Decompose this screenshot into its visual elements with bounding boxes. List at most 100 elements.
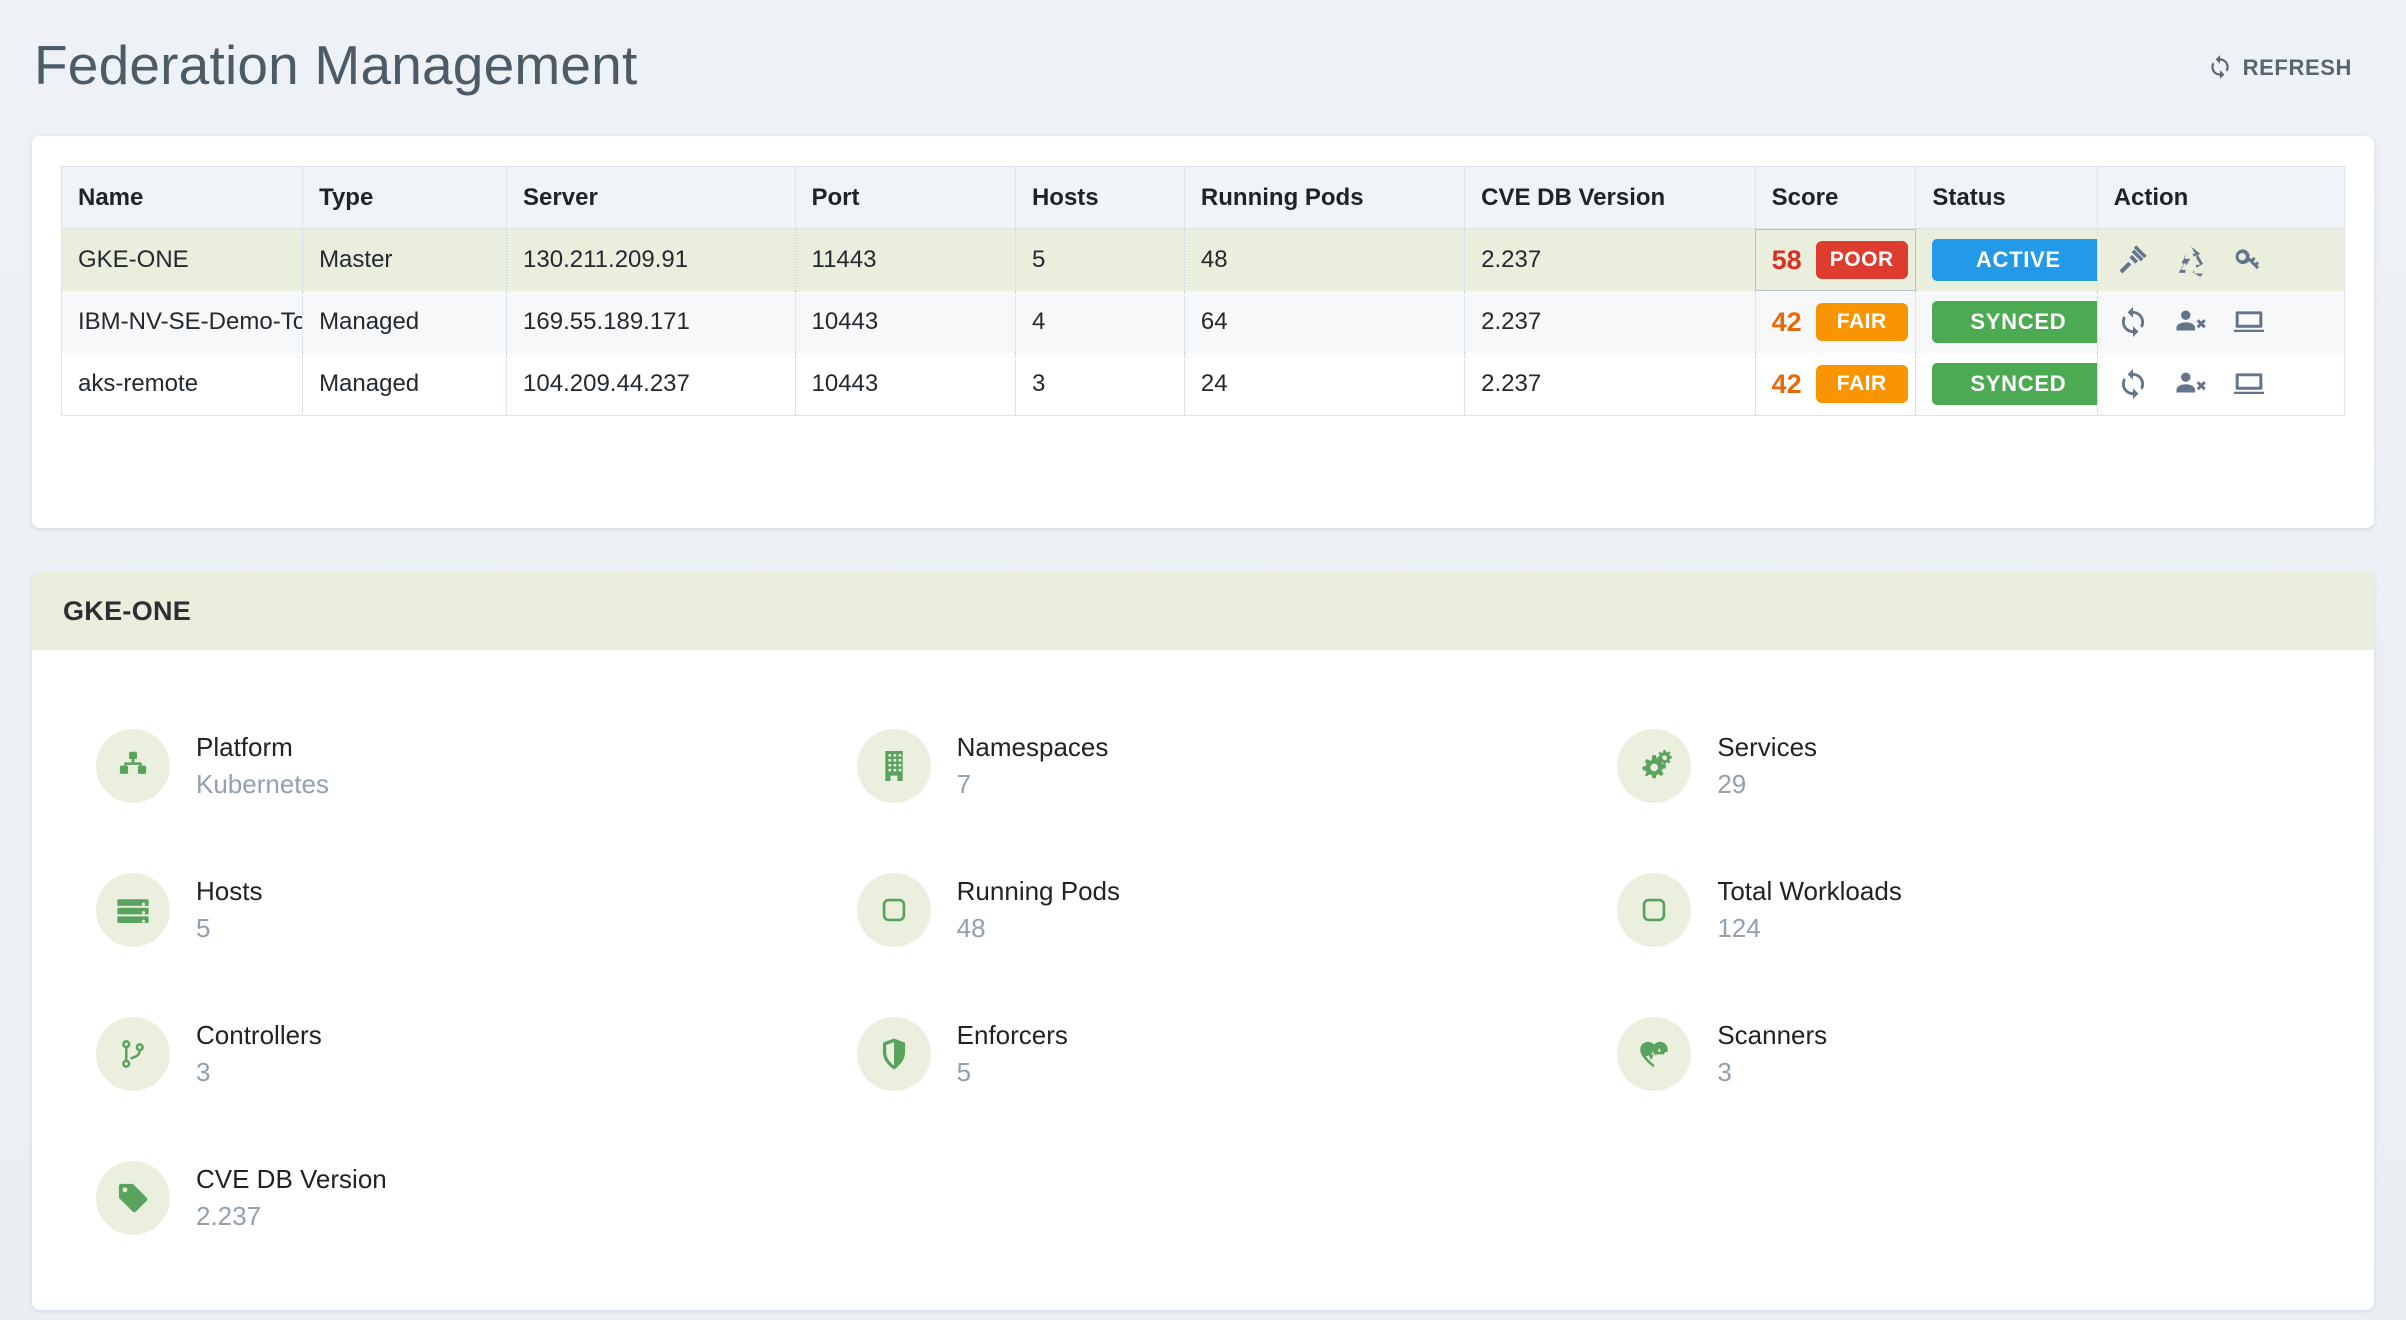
gavel-icon[interactable] [2116, 243, 2150, 277]
cluster-cve-db-version-cell: 2.237 [1464, 353, 1756, 416]
detail-item: Running Pods 48 [823, 838, 1584, 982]
column-header-score[interactable]: Score [1755, 166, 1917, 229]
gears-icon [1617, 729, 1692, 803]
recycle-icon[interactable] [2174, 243, 2208, 277]
cluster-running-pods-cell: 48 [1184, 228, 1466, 291]
score-value: 42 [1771, 306, 1802, 337]
detail-title: GKE-ONE [63, 595, 192, 626]
detail-item-label: Scanners [1717, 1020, 1828, 1051]
detail-item: Enforcers 5 [823, 982, 1584, 1126]
page-title: Federation Management [34, 33, 638, 96]
column-header-action[interactable]: Action [2097, 166, 2345, 229]
cluster-port-cell: 10443 [795, 291, 1016, 353]
column-header-cve-db-version[interactable]: CVE DB Version [1464, 166, 1756, 229]
score-badge: FAIR [1815, 365, 1908, 403]
building-icon [856, 729, 931, 803]
cluster-score-cell: 42 FAIR [1755, 353, 1917, 416]
detail-item-value: 2.237 [196, 1201, 262, 1231]
status-badge[interactable]: SYNCED [1932, 301, 2097, 343]
shield-icon [856, 1017, 931, 1091]
code-branch-icon [96, 1017, 170, 1091]
column-header-hosts[interactable]: Hosts [1015, 166, 1185, 229]
key-icon[interactable] [2232, 243, 2266, 277]
federation-management-page: Federation Management REFRESH Name Type [0, 0, 2406, 1320]
cluster-running-pods-cell: 24 [1184, 353, 1466, 416]
detail-item-label: Controllers [196, 1020, 322, 1051]
server-icon [96, 873, 170, 947]
user-remove-icon[interactable] [2174, 305, 2208, 339]
cluster-running-pods-cell: 64 [1184, 291, 1466, 353]
clusters-table-card: Name Type Server Port Hosts Running Pods… [32, 136, 2374, 528]
detail-item-value: 5 [196, 913, 211, 943]
cluster-hosts-cell: 5 [1015, 228, 1185, 291]
heartbeat-icon [1617, 1017, 1692, 1091]
table-header: Name Type Server Port Hosts Running Pods… [61, 166, 2345, 229]
cluster-status-cell: SYNCED [1915, 353, 2098, 416]
cluster-server-cell: 169.55.189.171 [506, 291, 796, 353]
pod-icon [1617, 873, 1692, 947]
cluster-cve-db-version-cell: 2.237 [1464, 228, 1756, 291]
cluster-detail-card: GKE-ONE Platform Kubernetes Namespaces 7 Ser… [32, 572, 2374, 1310]
cluster-type-cell: Master [302, 228, 508, 291]
detail-item: Hosts 5 [62, 838, 823, 982]
detail-item-value: 3 [1717, 1057, 1732, 1087]
sync-icon[interactable] [2116, 305, 2150, 339]
sync-icon[interactable] [2116, 367, 2150, 401]
cluster-name-cell: aks-remote [61, 353, 304, 416]
status-badge[interactable]: ACTIVE [1932, 239, 2097, 281]
detail-item: Controllers 3 [62, 982, 823, 1126]
detail-item-label: CVE DB Version [196, 1164, 387, 1195]
detail-item: Platform Kubernetes [62, 694, 823, 838]
table-row[interactable]: GKE-ONE Master 130.211.209.91 11443 5 48 2.237… [61, 228, 2345, 291]
detail-item-label: Services [1717, 732, 1818, 763]
tag-icon [96, 1161, 170, 1235]
column-header-type[interactable]: Type [302, 166, 508, 229]
score-badge: POOR [1815, 241, 1908, 279]
detail-item-label: Hosts [196, 876, 263, 907]
refresh-label: REFRESH [2242, 55, 2352, 80]
cluster-name-cell: IBM-NV-SE-Demo-Toror [61, 291, 304, 353]
score-value: 58 [1771, 244, 1802, 275]
cluster-cve-db-version-cell: 2.237 [1464, 291, 1756, 353]
pod-icon [856, 873, 931, 947]
column-header-running-pods[interactable]: Running Pods [1184, 166, 1466, 229]
column-header-server[interactable]: Server [506, 166, 796, 229]
detail-item: Total Workloads 124 [1583, 838, 2344, 982]
cluster-name-cell: GKE-ONE [61, 228, 304, 291]
status-badge[interactable]: SYNCED [1932, 363, 2097, 405]
cluster-hosts-cell: 3 [1015, 353, 1185, 416]
score-badge: FAIR [1815, 303, 1908, 341]
cluster-server-cell: 130.211.209.91 [506, 228, 796, 291]
detail-item-value: 5 [956, 1057, 972, 1087]
table-header-row: Name Type Server Port Hosts Running Pods… [61, 166, 2345, 229]
column-header-port[interactable]: Port [795, 166, 1016, 229]
detail-body: Platform Kubernetes Namespaces 7 Services 29 H… [32, 650, 2374, 1310]
table-row[interactable]: IBM-NV-SE-Demo-TororManaged169.55.189.17… [61, 291, 2345, 353]
federation-clusters-table: Name Type Server Port Hosts Running Pods… [61, 166, 2345, 416]
column-header-name[interactable]: Name [61, 166, 304, 229]
column-header-status[interactable]: Status [1915, 166, 2098, 229]
detail-item-label: Running Pods [956, 876, 1120, 907]
user-remove-icon[interactable] [2174, 367, 2208, 401]
cluster-port-cell: 10443 [795, 353, 1016, 416]
detail-item-label: Namespaces [956, 732, 1109, 763]
cluster-hosts-cell: 4 [1015, 291, 1185, 353]
cluster-action-cell [2097, 353, 2345, 416]
cluster-type-cell: Managed [302, 291, 508, 353]
cluster-type-cell: Managed [302, 353, 508, 416]
detail-item-value: 7 [956, 769, 972, 799]
detail-item: Scanners 3 [1583, 982, 2344, 1126]
cluster-action-cell [2097, 228, 2345, 291]
table-row[interactable]: aks-remote Managed 104.209.44.237 10443 3 24 2… [61, 353, 2345, 416]
detail-item: Namespaces 7 [823, 694, 1584, 838]
page-header: Federation Management REFRESH [0, 0, 2406, 136]
refresh-icon [2207, 54, 2233, 83]
cluster-port-cell: 11443 [795, 228, 1016, 291]
monitor-icon[interactable] [2232, 367, 2266, 401]
monitor-icon[interactable] [2232, 305, 2266, 339]
detail-item-value: Kubernetes [196, 769, 329, 799]
detail-header: GKE-ONE [32, 572, 2374, 650]
refresh-button[interactable]: REFRESH [2199, 48, 2360, 89]
detail-item: CVE DB Version 2.237 [62, 1126, 823, 1270]
detail-item-value: 29 [1717, 769, 1747, 799]
